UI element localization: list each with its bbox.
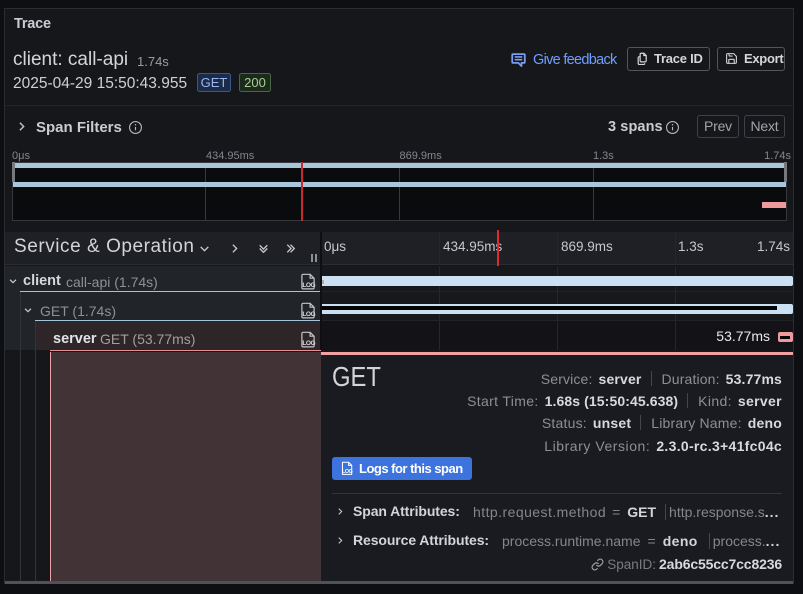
svg-text:LOG: LOG [302,282,315,289]
svg-text:LOG: LOG [302,311,315,318]
svg-text:LOG: LOG [302,340,315,347]
svg-text:LOG: LOG [342,469,353,475]
